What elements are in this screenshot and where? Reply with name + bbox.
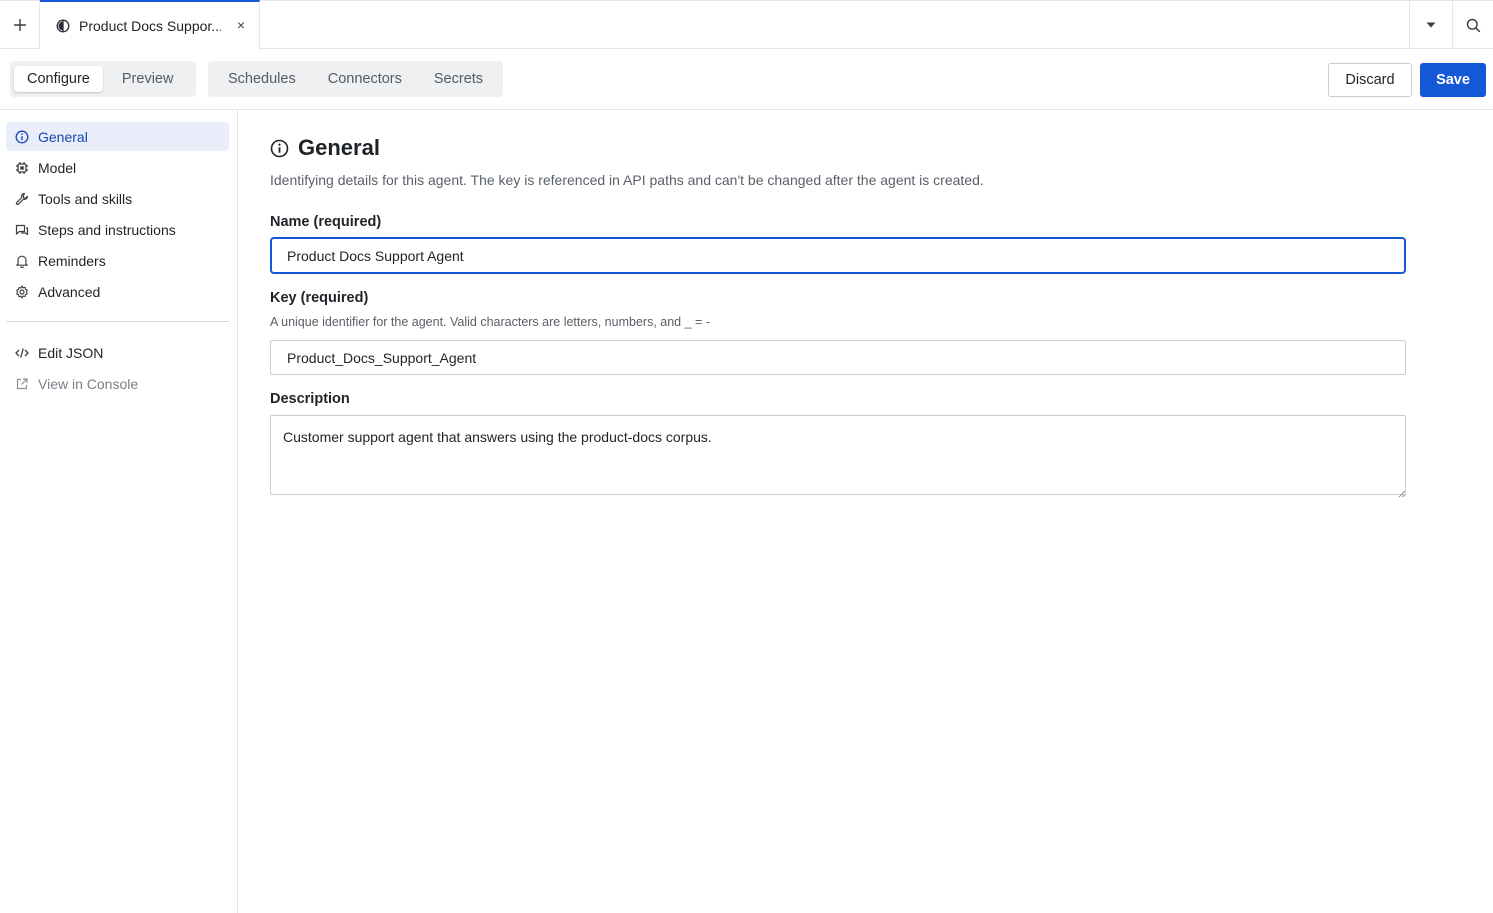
key-label: Key (required) [270, 290, 369, 306]
description-field[interactable]: Customer support agent that answers usin… [270, 415, 1406, 495]
sidebar-item-label: Steps and instructions [38, 221, 176, 238]
sidebar-item-label: Tools and skills [38, 190, 133, 207]
toolbar: Configure Preview Schedules Connectors S… [0, 49, 1493, 110]
sidebar-item-advanced[interactable]: Advanced [6, 277, 229, 306]
discard-button[interactable]: Discard [1328, 63, 1412, 97]
chip-icon [15, 161, 29, 175]
search-icon [1466, 18, 1481, 33]
info-icon [15, 130, 29, 144]
chat-icon [15, 223, 29, 237]
agent-icon [56, 19, 70, 33]
tab-configure[interactable]: Configure [14, 66, 103, 92]
name-label: Name (required) [270, 214, 382, 230]
tab-agent[interactable]: Product Docs Suppor... × [40, 0, 260, 50]
mode-switcher: Configure Preview [10, 61, 196, 97]
bell-icon [15, 254, 29, 268]
sidebar-divider [6, 321, 229, 322]
sidebar-item-model[interactable]: Model [6, 153, 229, 182]
sidebar-item-tools[interactable]: Tools and skills [6, 184, 229, 213]
tab-secrets[interactable]: Secrets [418, 61, 499, 97]
name-field[interactable] [270, 237, 1406, 274]
main-content: General Identifying details for this age… [238, 110, 1493, 913]
new-tab-button[interactable] [0, 1, 40, 49]
description-label: Description [270, 391, 350, 407]
sidebar: General Model Tools and skills Steps and… [0, 110, 238, 913]
external-link-icon [15, 377, 29, 391]
close-icon[interactable]: × [233, 17, 249, 33]
sidebar-item-label: Edit JSON [38, 344, 104, 361]
sidebar-item-label: General [38, 128, 88, 145]
key-field[interactable] [270, 340, 1406, 375]
code-icon [15, 346, 29, 360]
sidebar-item-general[interactable]: General [6, 122, 229, 151]
wrench-icon [15, 192, 29, 206]
page-title: General [298, 135, 380, 160]
sidebar-item-label: Model [38, 159, 77, 176]
tab-schedules[interactable]: Schedules [208, 61, 312, 97]
tab-list-dropdown[interactable] [1409, 1, 1452, 49]
sidebar-item-view-console[interactable]: View in Console [6, 369, 229, 398]
sidebar-item-label: View in Console [38, 375, 139, 392]
key-help-text: A unique identifier for the agent. Valid… [270, 315, 710, 329]
tab-bar: Product Docs Suppor... × [0, 0, 1493, 50]
plus-icon [13, 18, 27, 32]
caret-down-icon [1425, 21, 1437, 29]
tab-connectors[interactable]: Connectors [312, 61, 418, 97]
save-button[interactable]: Save [1420, 63, 1486, 97]
sidebar-item-label: Reminders [38, 252, 106, 269]
section-switcher: Schedules Connectors Secrets [208, 61, 503, 97]
search-button[interactable] [1452, 1, 1493, 49]
sidebar-item-edit-json[interactable]: Edit JSON [6, 338, 229, 367]
tab-label: Product Docs Suppor... [79, 18, 221, 34]
page-description: Identifying details for this agent. The … [270, 172, 984, 188]
tab-preview[interactable]: Preview [109, 66, 187, 92]
gear-icon [15, 284, 29, 299]
sidebar-item-label: Advanced [38, 283, 101, 300]
info-icon [270, 139, 289, 158]
section-heading: General [270, 135, 380, 161]
sidebar-item-steps[interactable]: Steps and instructions [6, 215, 229, 244]
sidebar-item-reminders[interactable]: Reminders [6, 246, 229, 275]
